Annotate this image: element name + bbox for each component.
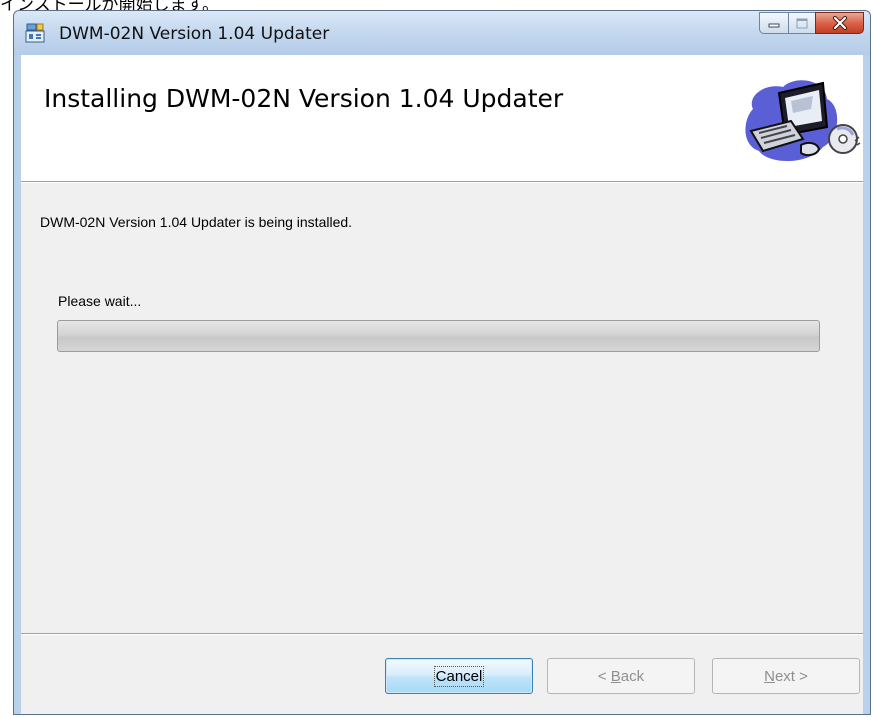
back-button[interactable]: < Back: [547, 658, 695, 694]
back-button-mnemonic: B: [610, 667, 621, 685]
window-controls: [759, 12, 864, 34]
installer-window: DWM-02N Version 1.04 Updater Installing …: [13, 10, 871, 715]
back-button-prefix: <: [597, 667, 611, 685]
banner-separator: [21, 182, 863, 183]
title-bar[interactable]: DWM-02N Version 1.04 Updater: [14, 11, 870, 55]
maximize-button[interactable]: [788, 12, 815, 34]
install-progress-bar: [57, 320, 820, 352]
cancel-button[interactable]: Cancel: [385, 658, 533, 694]
page-caption: インストールが開始します。: [0, 0, 219, 15]
maximize-icon: [796, 18, 808, 28]
please-wait-label: Please wait...: [58, 293, 142, 309]
computer-setup-graphic: [745, 80, 861, 162]
next-button[interactable]: Next >: [712, 658, 860, 694]
minimize-button[interactable]: [759, 12, 788, 34]
install-status-text: DWM-02N Version 1.04 Updater is being in…: [40, 214, 353, 230]
banner-title: Installing DWM-02N Version 1.04 Updater: [44, 84, 564, 113]
window-title: DWM-02N Version 1.04 Updater: [59, 24, 330, 44]
next-button-mnemonic: N: [764, 667, 775, 685]
close-button[interactable]: [815, 12, 864, 34]
back-button-label: ack: [620, 667, 645, 685]
header-banner: Installing DWM-02N Version 1.04 Updater: [21, 55, 863, 182]
footer-divider-highlight: [21, 634, 863, 635]
dialog-client-area: Installing DWM-02N Version 1.04 Updater …: [21, 55, 863, 714]
installer-icon: [25, 23, 45, 43]
close-icon: [832, 16, 847, 30]
minimize-icon: [768, 23, 780, 28]
next-button-label: ext >: [774, 667, 808, 685]
cancel-button-label: Cancel: [433, 665, 485, 687]
